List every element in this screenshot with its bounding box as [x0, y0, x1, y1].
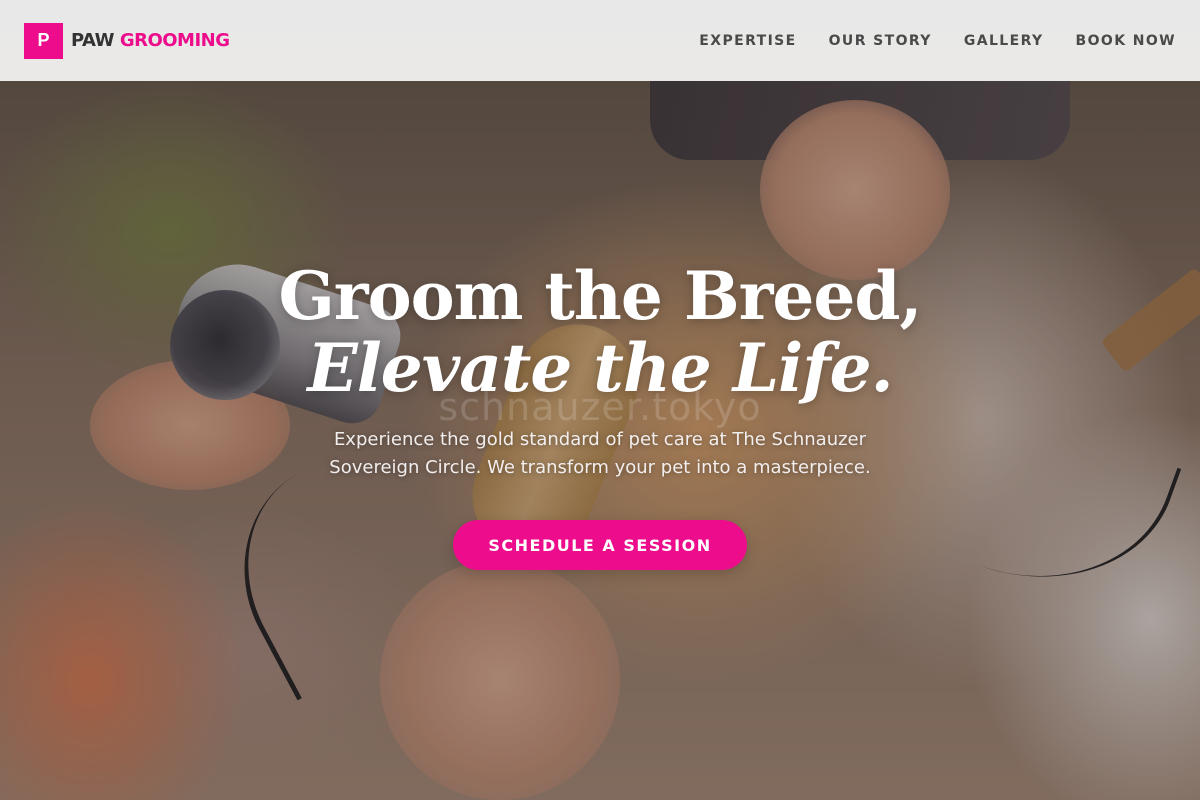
brand-name: PAW GROOMING [71, 30, 230, 51]
nav-link-our-story[interactable]: OUR STORY [829, 33, 932, 49]
nav-link-book-now[interactable]: BOOK NOW [1076, 33, 1176, 49]
hero-headline: Groom the Breed, Elevate the Life. [0, 260, 1200, 404]
nav-link-gallery[interactable]: GALLERY [964, 33, 1044, 49]
hero-content: Groom the Breed, Elevate the Life. Exper… [0, 260, 1200, 570]
hero-headline-line1: Groom the Breed, [278, 257, 922, 335]
brand-mark-icon: P [24, 22, 63, 59]
brand-name-paw: PAW [71, 30, 115, 51]
brand-logo[interactable]: P PAW GROOMING [24, 22, 230, 59]
brand-name-grooming: GROOMING [119, 30, 230, 51]
top-navigation-bar: P PAW GROOMING EXPERTISE OUR STORY GALLE… [0, 0, 1200, 81]
hero-headline-line2: Elevate the Life. [307, 329, 893, 407]
schedule-session-button[interactable]: SCHEDULE A SESSION [453, 520, 747, 570]
nav-links: EXPERTISE OUR STORY GALLERY BOOK NOW [667, 33, 1176, 49]
hero-subtext: Experience the gold standard of pet care… [329, 429, 871, 478]
nav-link-expertise[interactable]: EXPERTISE [699, 33, 796, 49]
